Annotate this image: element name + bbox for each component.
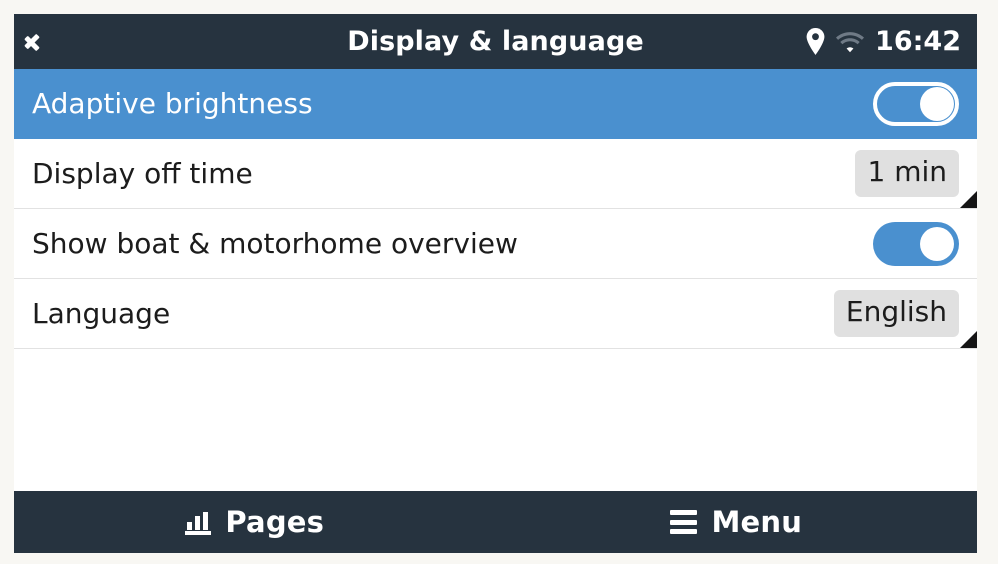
device-screen: Display & language 16:42 Adaptive bright… xyxy=(14,14,977,553)
chevron-left-icon xyxy=(37,27,54,57)
list-item-display-off-time[interactable]: Display off time 1 min xyxy=(14,139,977,209)
list-item-control: 1 min xyxy=(855,150,959,197)
location-pin-icon xyxy=(806,28,825,55)
bar-chart-icon xyxy=(185,509,212,535)
list-item-language[interactable]: Language English xyxy=(14,279,977,349)
pages-button[interactable]: Pages xyxy=(14,491,496,553)
list-item-control xyxy=(873,81,959,126)
header-bar: Display & language 16:42 xyxy=(14,14,977,69)
settings-list: Adaptive brightness Display off time 1 m… xyxy=(14,69,977,491)
footer-bar: Pages Menu xyxy=(14,491,977,553)
list-item-label: Display off time xyxy=(32,157,253,190)
list-item-label: Show boat & motorhome overview xyxy=(32,227,518,260)
list-item-show-boat-motorhome-overview[interactable]: Show boat & motorhome overview xyxy=(14,209,977,279)
status-clock: 16:42 xyxy=(875,26,961,57)
adaptive-brightness-toggle[interactable] xyxy=(873,81,959,126)
expand-corner-icon xyxy=(960,331,977,348)
list-item-adaptive-brightness[interactable]: Adaptive brightness xyxy=(14,69,977,139)
show-boat-motorhome-overview-toggle[interactable] xyxy=(873,221,959,266)
expand-corner-icon xyxy=(960,191,977,208)
back-button[interactable] xyxy=(14,14,76,69)
pages-label: Pages xyxy=(225,505,325,539)
language-value[interactable]: English xyxy=(833,290,959,337)
list-item-control xyxy=(873,221,959,266)
list-item-control: English xyxy=(833,290,959,337)
hamburger-menu-icon xyxy=(670,510,698,534)
toggle-knob xyxy=(920,86,954,121)
list-item-label: Language xyxy=(32,297,171,330)
display-off-time-value[interactable]: 1 min xyxy=(855,150,959,197)
wifi-icon xyxy=(836,31,865,53)
menu-label: Menu xyxy=(711,505,803,539)
menu-button[interactable]: Menu xyxy=(496,491,978,553)
list-item-label: Adaptive brightness xyxy=(32,87,313,120)
list-empty-area xyxy=(14,349,977,491)
status-area: 16:42 xyxy=(806,14,961,69)
toggle-knob xyxy=(920,226,954,261)
